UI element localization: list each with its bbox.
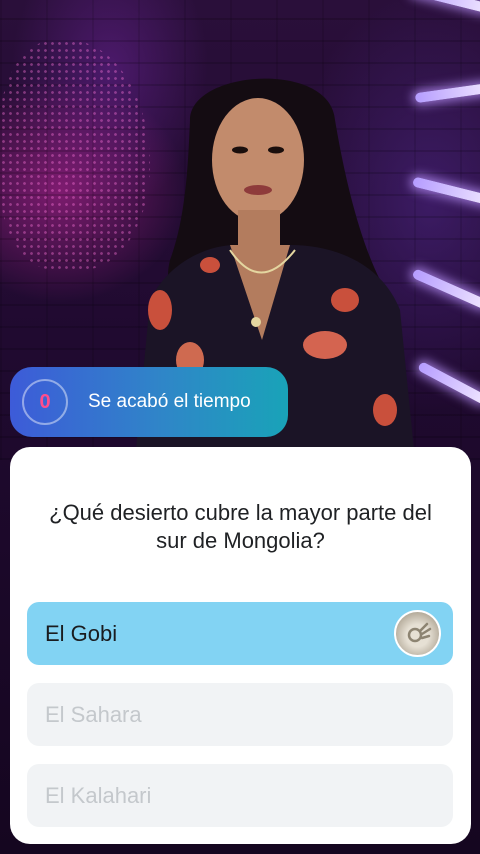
answer-option-kalahari[interactable]: El Kalahari [27, 764, 453, 827]
time-up-message: Se acabó el tiempo [88, 391, 251, 412]
timer-countdown: 0 [22, 379, 68, 425]
ok-hand-avatar-icon [394, 610, 441, 657]
answer-option-sahara[interactable]: El Sahara [27, 683, 453, 746]
timer-status-pill: 0 Se acabó el tiempo [10, 367, 288, 437]
question-text: ¿Qué desierto cubre la mayor parte del s… [49, 500, 432, 553]
answer-option-gobi[interactable]: El Gobi [27, 602, 453, 665]
question-card: ¿Qué desierto cubre la mayor parte del s… [10, 447, 471, 844]
answer-label: El Gobi [45, 620, 118, 646]
answer-label: El Kalahari [45, 782, 152, 808]
answer-label: El Sahara [45, 701, 142, 727]
